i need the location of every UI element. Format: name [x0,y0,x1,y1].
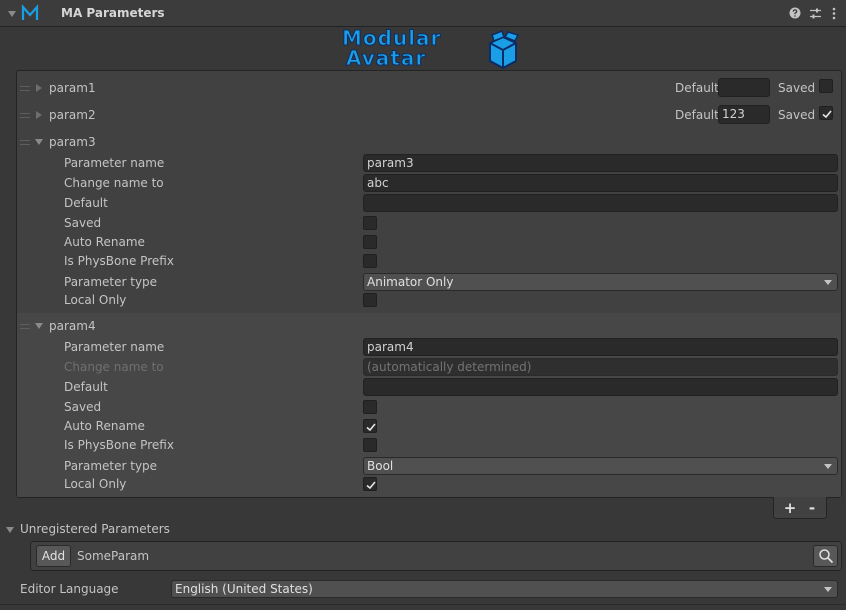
logo-line1: Modular [341,26,442,50]
param2-saved-checkbox[interactable] [819,106,833,120]
param1-name: param1 [49,81,96,95]
param4-default-label: Default [64,380,108,394]
component-header: MA Parameters [0,0,846,27]
dropdown-arrow-icon [824,280,832,285]
logo-line2: Avatar [345,46,427,70]
foldout-arrow-icon[interactable] [35,139,43,145]
drag-handle-icon[interactable] [20,86,30,91]
unregistered-parameters-title[interactable]: Unregistered Parameters [20,522,170,536]
param3-parameter-type-value: Animator Only [367,275,454,289]
param1-saved-label: Saved [778,81,816,95]
foldout-arrow-icon[interactable] [36,84,42,92]
param4-physbone-prefix-checkbox[interactable] [363,438,377,452]
bottom-divider [0,604,846,605]
remove-element-button[interactable]: - [804,499,820,517]
foldout-arrow-icon[interactable] [8,11,16,17]
modular-avatar-logo: Modular Avatar [336,27,522,71]
param3-local-only-checkbox[interactable] [363,293,377,307]
param4-saved-checkbox[interactable] [363,400,377,414]
param4-change-name-input: (automatically determined) [363,358,838,376]
search-icon [819,549,834,564]
context-menu-icon[interactable] [832,7,836,20]
component-title: MA Parameters [61,6,165,20]
param2-saved-label: Saved [778,108,816,122]
param4-physbone-prefix-label: Is PhysBone Prefix [64,438,174,452]
checkmark-icon [366,481,376,490]
param4-auto-rename-label: Auto Rename [64,419,145,433]
param4-name: param4 [49,319,96,333]
drag-handle-icon[interactable] [20,113,30,118]
param3-change-name-input[interactable]: abc [363,174,838,192]
param4-parameter-type-dropdown[interactable]: Bool [363,457,838,475]
param3-local-only-label: Local Only [64,293,127,307]
param2-default-input[interactable]: 123 [718,105,770,124]
dropdown-arrow-icon [824,587,832,592]
param3-physbone-prefix-label: Is PhysBone Prefix [64,254,174,268]
editor-language-value: English (United States) [175,582,313,596]
add-element-button[interactable]: + [782,499,798,517]
param4-parameter-type-value: Bool [367,459,394,473]
param3-default-input[interactable] [363,194,838,212]
param4-parameter-type-label: Parameter type [64,459,158,473]
param2-default-label: Default [675,108,719,122]
param3-parameter-type-label: Parameter type [64,275,158,289]
param1-saved-checkbox[interactable] [819,79,833,93]
param1-default-input[interactable] [718,78,770,97]
param1-default-label: Default [675,81,719,95]
add-unregistered-button[interactable]: Add [36,545,71,567]
param4-auto-rename-checkbox[interactable] [363,419,377,433]
modular-avatar-m-icon [20,3,40,23]
unregistered-parameter-row [30,541,842,571]
help-icon[interactable] [789,7,801,19]
foldout-arrow-icon[interactable] [6,527,14,533]
param3-parameter-name-label: Parameter name [64,156,165,170]
param3-change-name-label: Change name to [64,176,164,190]
editor-language-label: Editor Language [20,582,119,596]
drag-handle-icon[interactable] [20,140,30,145]
preset-sliders-icon[interactable] [809,7,822,20]
drag-handle-icon[interactable] [20,324,30,329]
param3-saved-label: Saved [64,216,102,230]
param3-auto-rename-checkbox[interactable] [363,235,377,249]
param4-local-only-checkbox[interactable] [363,477,377,491]
foldout-arrow-icon[interactable] [35,323,43,329]
param2-name: param2 [49,108,96,122]
unregistered-param-name: SomeParam [77,549,150,563]
param4-local-only-label: Local Only [64,477,127,491]
param3-saved-checkbox[interactable] [363,216,377,230]
param3-auto-rename-label: Auto Rename [64,235,145,249]
param3-physbone-prefix-checkbox[interactable] [363,254,377,268]
foldout-arrow-icon[interactable] [36,111,42,119]
param4-parameter-name-label: Parameter name [64,340,165,354]
param4-saved-label: Saved [64,400,102,414]
param3-parameter-name-input[interactable]: param3 [363,154,838,172]
param4-change-name-label: Change name to [64,360,164,374]
checkmark-icon [366,423,376,432]
checkmark-icon [822,110,832,119]
search-button[interactable] [813,545,838,567]
param3-parameter-type-dropdown[interactable]: Animator Only [363,273,838,291]
editor-language-dropdown[interactable]: English (United States) [171,580,838,598]
param3-name: param3 [49,135,96,149]
dropdown-arrow-icon [824,464,832,469]
param4-default-input[interactable] [363,378,838,396]
param4-parameter-name-input[interactable]: param4 [363,338,838,356]
param3-default-label: Default [64,196,108,210]
